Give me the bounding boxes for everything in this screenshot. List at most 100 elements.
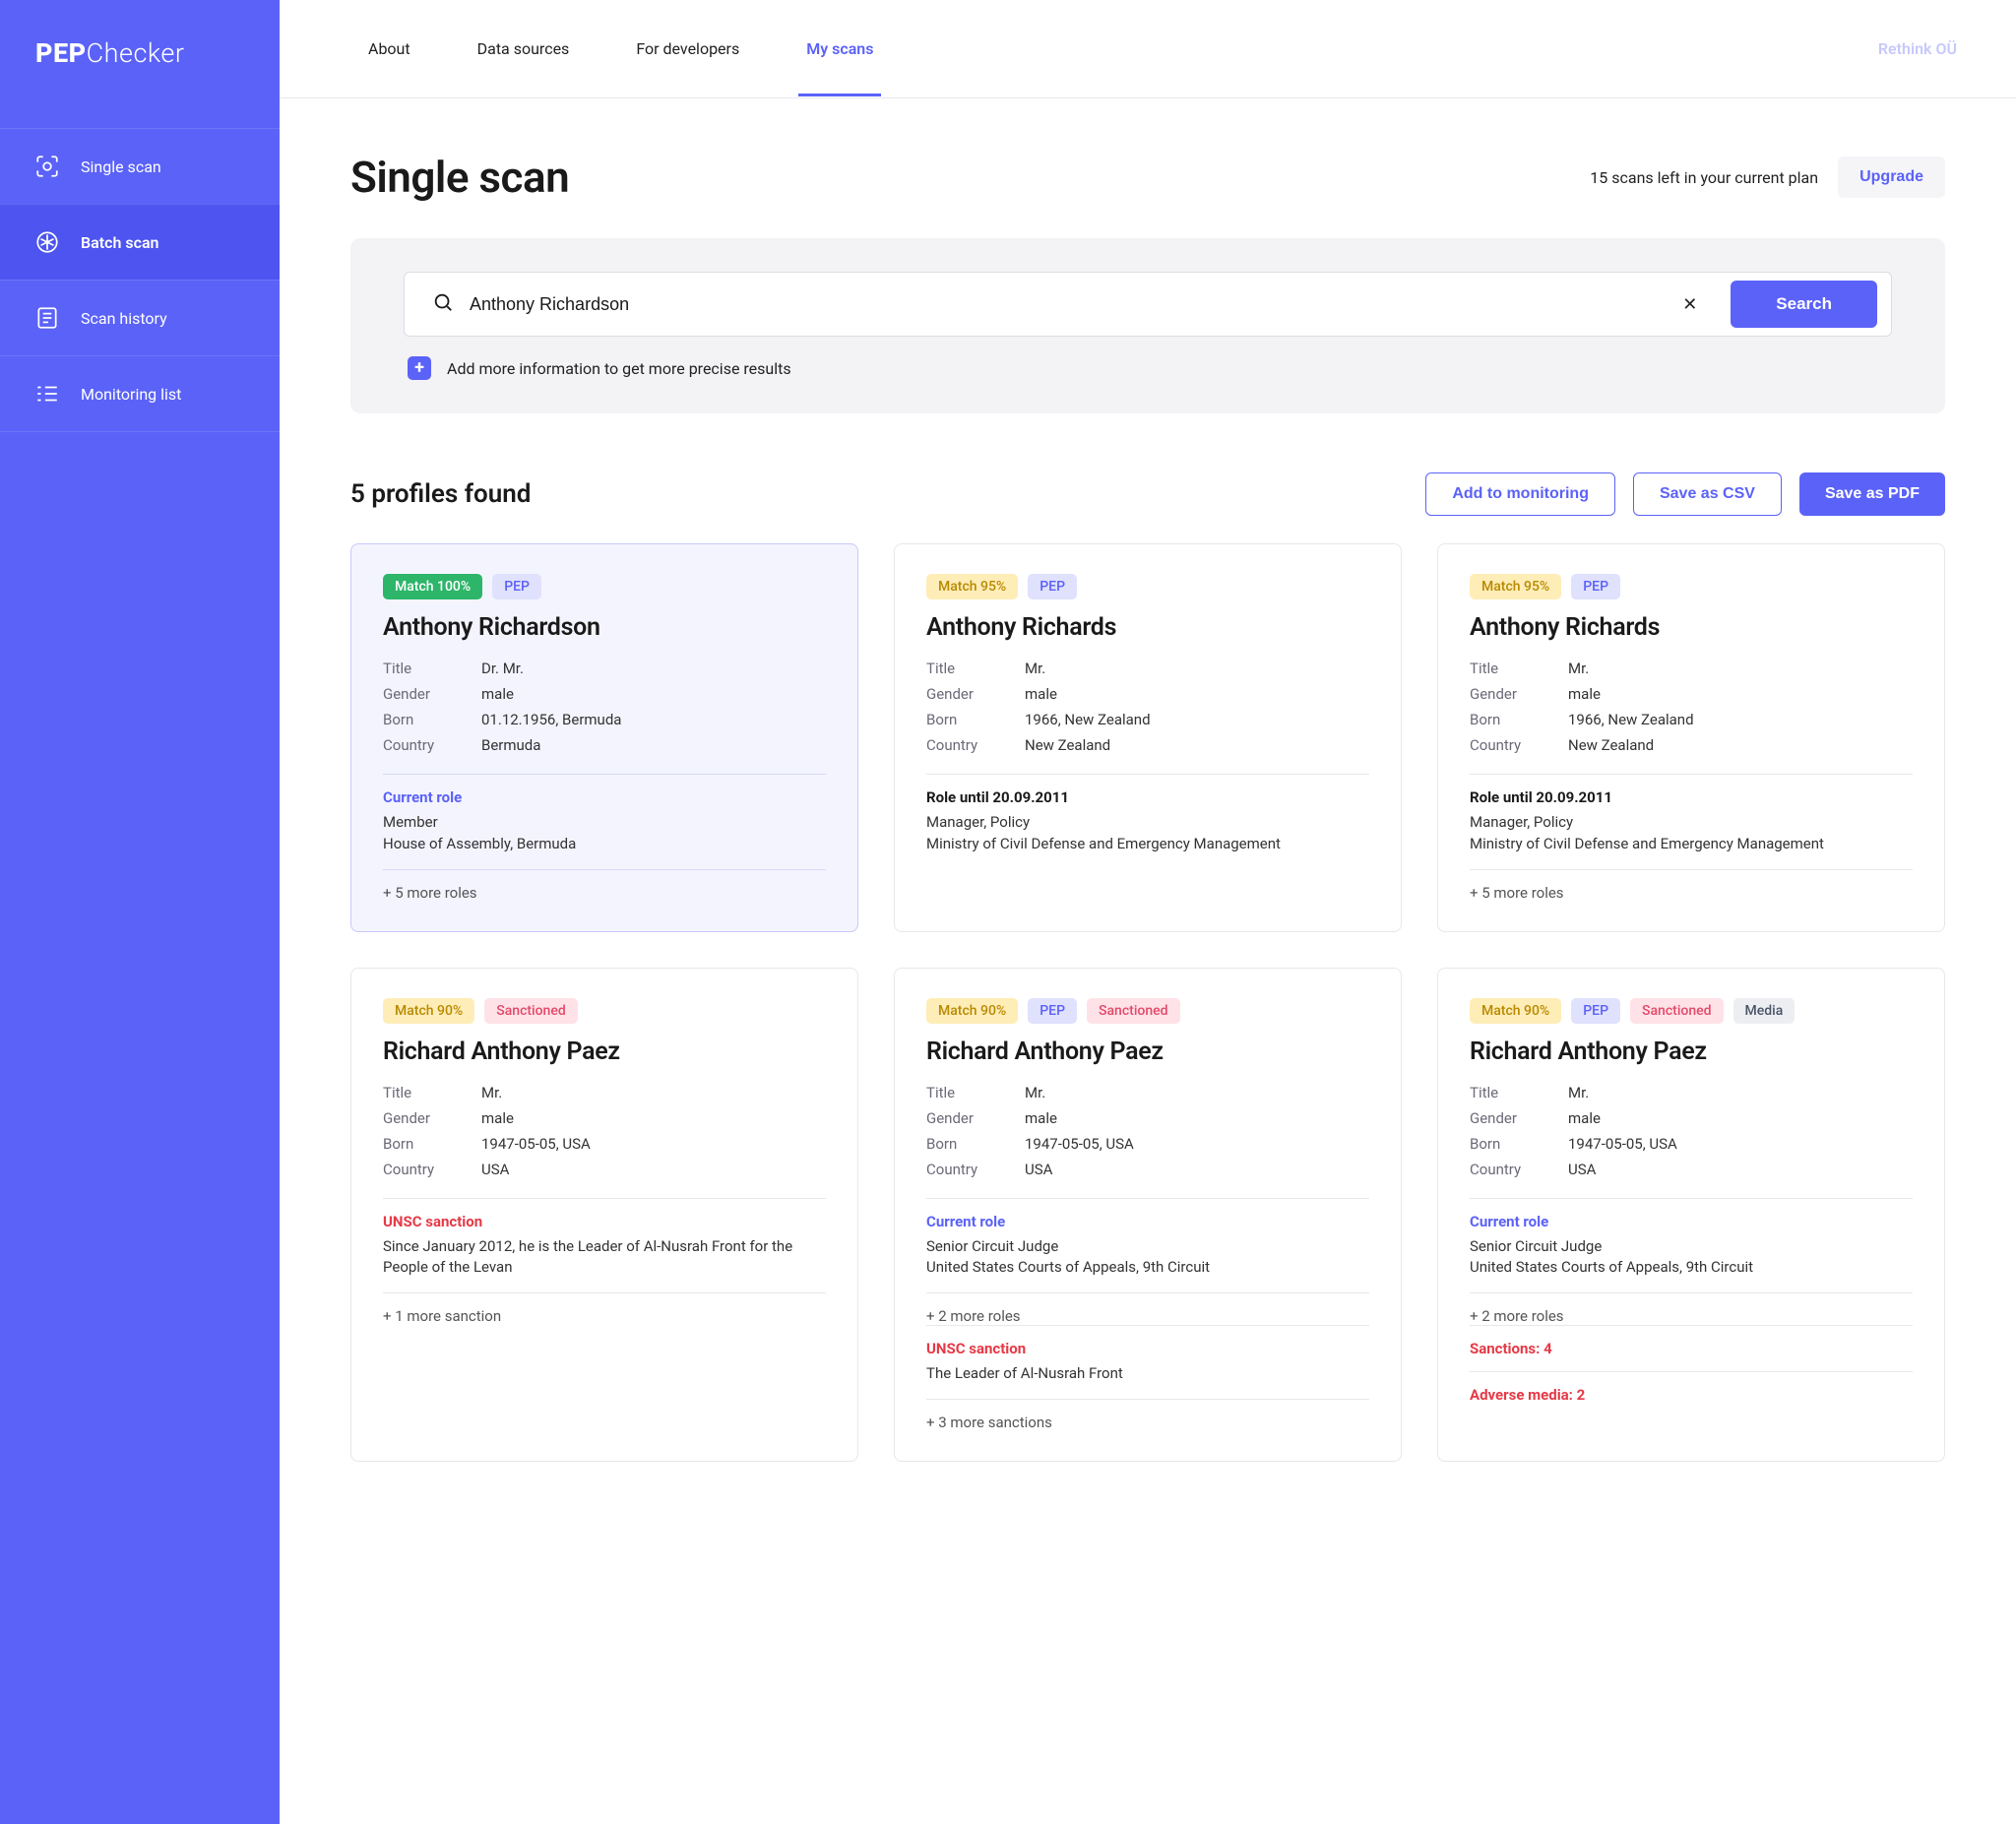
section-line: Member — [383, 812, 826, 834]
attr-value: male — [1025, 1109, 1369, 1127]
badge: Sanctioned — [1087, 998, 1179, 1024]
search-input[interactable] — [470, 294, 1649, 315]
attr-value: 1966, New Zealand — [1568, 711, 1913, 728]
profile-attrs: TitleMr.GendermaleBorn1947-05-05, USACou… — [1470, 1084, 1913, 1178]
badge: Match 90% — [926, 998, 1018, 1024]
profile-attrs: TitleMr.GendermaleBorn1947-05-05, USACou… — [383, 1084, 826, 1178]
profile-name: Anthony Richards — [926, 613, 1369, 642]
add-to-monitoring-button[interactable]: Add to monitoring — [1425, 472, 1615, 516]
save-pdf-button[interactable]: Save as PDF — [1799, 472, 1945, 516]
section-title: Current role — [1470, 1213, 1913, 1230]
attr-label: Title — [1470, 1084, 1568, 1101]
attr-value: male — [1025, 685, 1369, 703]
profile-section: Current role MemberHouse of Assembly, Ber… — [383, 788, 826, 855]
scan-icon — [33, 153, 61, 180]
badge: Match 95% — [1470, 574, 1561, 599]
more-link[interactable]: + 2 more roles — [926, 1307, 1369, 1325]
batch-icon — [33, 228, 61, 256]
attr-value: Mr. — [1025, 1084, 1369, 1101]
profile-card[interactable]: Match 90%SanctionedRichard Anthony PaezT… — [350, 968, 858, 1462]
section-line: Ministry of Civil Defense and Emergency … — [926, 834, 1369, 855]
section-line: Since January 2012, he is the Leader of … — [383, 1236, 826, 1280]
attr-value: USA — [481, 1161, 826, 1178]
section-line: United States Courts of Appeals, 9th Cir… — [1470, 1257, 1913, 1279]
attr-label: Country — [926, 736, 1025, 754]
scans-remaining: 15 scans left in your current plan — [1590, 168, 1818, 187]
section-title: Current role — [383, 788, 826, 806]
top-nav: About Data sources For developers My sca… — [280, 0, 2016, 98]
profile-name: Richard Anthony Paez — [1470, 1038, 1913, 1066]
cards-grid: Match 100%PEPAnthony RichardsonTitleDr. … — [350, 543, 1945, 1462]
profile-name: Anthony Richards — [1470, 613, 1913, 642]
badge: PEP — [1028, 574, 1077, 599]
tab-for-developers[interactable]: For developers — [636, 2, 739, 95]
attr-value: 1966, New Zealand — [1025, 711, 1369, 728]
section-line: United States Courts of Appeals, 9th Cir… — [926, 1257, 1369, 1279]
profile-card[interactable]: Match 95%PEPAnthony RichardsTitleMr.Gend… — [1437, 543, 1945, 932]
search-button[interactable]: Search — [1731, 281, 1877, 328]
history-icon — [33, 304, 61, 332]
tab-my-scans[interactable]: My scans — [806, 2, 873, 95]
sidebar-item-scan-history[interactable]: Scan history — [0, 280, 280, 355]
profile-card[interactable]: Match 90%PEPSanctionedMediaRichard Antho… — [1437, 968, 1945, 1462]
attr-label: Country — [926, 1161, 1025, 1178]
profile-card[interactable]: Match 100%PEPAnthony RichardsonTitleDr. … — [350, 543, 858, 932]
attr-label: Gender — [1470, 1109, 1568, 1127]
profile-name: Richard Anthony Paez — [926, 1038, 1369, 1066]
more-link[interactable]: + 5 more roles — [383, 884, 826, 902]
badge: PEP — [492, 574, 541, 599]
sidebar-item-batch-scan[interactable]: Batch scan — [0, 204, 280, 280]
attr-value: Mr. — [1568, 1084, 1913, 1101]
badge: Match 90% — [1470, 998, 1561, 1024]
attr-value: New Zealand — [1568, 736, 1913, 754]
attr-value: USA — [1025, 1161, 1369, 1178]
attr-label: Gender — [926, 685, 1025, 703]
org-name[interactable]: Rethink OÜ — [1878, 39, 1957, 58]
save-csv-button[interactable]: Save as CSV — [1633, 472, 1782, 516]
tab-about[interactable]: About — [368, 2, 410, 95]
profile-name: Richard Anthony Paez — [383, 1038, 826, 1066]
profile-section: Role until 20.09.2011Manager, PolicyMini… — [1470, 788, 1913, 855]
profile-section: Current roleSenior Circuit JudgeUnited S… — [1470, 1213, 1913, 1280]
profile-section: Adverse media: 2 — [1470, 1386, 1913, 1404]
attr-value: 1947-05-05, USA — [1568, 1135, 1913, 1153]
page-title: Single scan — [350, 152, 569, 203]
attr-value: New Zealand — [1025, 736, 1369, 754]
sidebar: PEPChecker Single scan Batch scan Scan h… — [0, 0, 280, 1824]
more-link[interactable]: + 1 more sanction — [383, 1307, 826, 1325]
add-info-icon[interactable]: + — [408, 356, 431, 380]
profile-name: Anthony Richardson — [383, 613, 826, 642]
attr-label: Title — [926, 660, 1025, 677]
monitoring-icon — [33, 380, 61, 408]
attr-label: Title — [926, 1084, 1025, 1101]
sidebar-item-single-scan[interactable]: Single scan — [0, 128, 280, 204]
badge: Media — [1733, 998, 1796, 1024]
attr-label: Country — [1470, 736, 1568, 754]
section-title: UNSC sanction — [383, 1213, 826, 1230]
tab-data-sources[interactable]: Data sources — [477, 2, 570, 95]
attr-label: Born — [1470, 1135, 1568, 1153]
more-link[interactable]: + 2 more roles — [1470, 1307, 1913, 1325]
upgrade-button[interactable]: Upgrade — [1838, 157, 1945, 198]
profile-card[interactable]: Match 95%PEPAnthony RichardsTitleMr.Gend… — [894, 543, 1402, 932]
attr-value: Mr. — [1568, 660, 1913, 677]
clear-icon[interactable]: ✕ — [1665, 286, 1715, 323]
profile-card[interactable]: Match 90% PEP Sanctioned Richard Anthony Pa… — [894, 968, 1402, 1462]
attr-label: Title — [383, 660, 481, 677]
attr-label: Gender — [383, 685, 481, 703]
section-title: Role until 20.09.2011 — [926, 788, 1369, 806]
badge: PEP — [1028, 998, 1077, 1024]
badge: Sanctioned — [1630, 998, 1723, 1024]
more-link[interactable]: + 5 more roles — [1470, 884, 1913, 902]
profile-attrs: TitleDr. Mr.GendermaleBorn01.12.1956, Be… — [383, 660, 826, 754]
badge: Sanctioned — [484, 998, 577, 1024]
attr-value: 01.12.1956, Bermuda — [481, 711, 826, 728]
more-link[interactable]: + 3 more sanctions — [926, 1414, 1369, 1431]
attr-label: Country — [383, 736, 481, 754]
sidebar-item-monitoring-list[interactable]: Monitoring list — [0, 355, 280, 432]
section-line: House of Assembly, Bermuda — [383, 834, 826, 855]
profile-attrs: TitleMr.GendermaleBorn1966, New ZealandC… — [1470, 660, 1913, 754]
logo-thin: Checker — [87, 37, 185, 69]
app-logo: PEPChecker — [0, 0, 280, 128]
profile-section: Role until 20.09.2011Manager, PolicyMini… — [926, 788, 1369, 855]
